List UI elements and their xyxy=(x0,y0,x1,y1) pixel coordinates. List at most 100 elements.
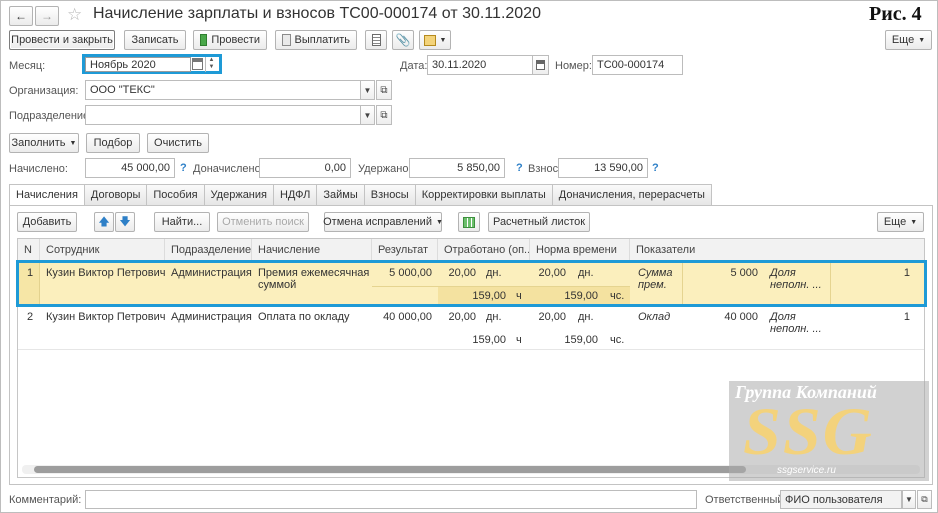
withheld-help-icon[interactable]: ? xyxy=(516,162,523,174)
forward-button[interactable]: → xyxy=(35,6,59,26)
arrow-down-icon: 🡇 xyxy=(119,215,131,228)
pay-button[interactable]: Выплатить xyxy=(275,30,357,50)
back-button[interactable]: ← xyxy=(9,6,33,26)
selected-row-highlight xyxy=(16,260,927,307)
move-down-button[interactable]: 🡇 xyxy=(115,212,135,232)
indicator2-value: 1 xyxy=(903,311,910,323)
date-label: Дата: xyxy=(400,60,428,72)
column-header-n[interactable]: N xyxy=(18,239,40,261)
employee-name: Кузин Виктор Петрович xyxy=(46,311,166,323)
accrued-field: 45 000,00 xyxy=(85,158,175,178)
norm-hours: 159,00 xyxy=(564,334,598,346)
contributions-help-icon[interactable]: ? xyxy=(652,162,659,174)
attach-files-button[interactable]: 📎 xyxy=(392,30,414,50)
contributions-field: 13 590,00 xyxy=(558,158,648,178)
worked-hours: 159,00 xyxy=(472,334,506,346)
comment-field[interactable] xyxy=(85,490,697,509)
post-document-icon xyxy=(200,34,208,46)
month-stepper[interactable]: ▲ ▼ xyxy=(205,57,217,72)
column-header-department[interactable]: Подразделение xyxy=(165,239,252,261)
department-open-button[interactable]: ⧉ xyxy=(376,105,392,125)
organization-open-button[interactable]: ⧉ xyxy=(376,80,392,100)
company-watermark: Группа Компаний SSG ssgservice.ru xyxy=(729,381,929,481)
save-button[interactable]: Записать xyxy=(124,30,186,50)
withheld-field: 5 850,00 xyxy=(409,158,505,178)
organization-dropdown-button[interactable]: ▼ xyxy=(360,80,375,100)
number-label: Номер: xyxy=(555,60,592,72)
page-title: Начисление зарплаты и взносов ТС00-00017… xyxy=(93,5,541,22)
post-and-close-button[interactable]: Провести и закрыть xyxy=(9,30,115,50)
add-row-button[interactable]: Добавить xyxy=(17,212,77,232)
tab-deductions[interactable]: Удержания xyxy=(204,184,274,206)
grid-more-button[interactable]: Еще ▼ xyxy=(877,212,924,232)
fill-button[interactable]: Заполнить ▼ xyxy=(9,133,79,153)
scrollbar-thumb[interactable] xyxy=(34,466,746,473)
arrow-left-icon: ← xyxy=(15,9,27,23)
department-dropdown-button[interactable]: ▼ xyxy=(360,105,375,125)
star-icon[interactable]: ☆ xyxy=(67,5,82,25)
tab-accruals[interactable]: Начисления xyxy=(9,184,85,206)
tab-loans[interactable]: Займы xyxy=(317,184,365,206)
department-field[interactable] xyxy=(85,105,361,125)
tab-bar: Начисления Договоры Пособия Удержания НД… xyxy=(9,184,712,206)
chevron-down-icon: ▼ xyxy=(435,218,443,226)
withheld-label: Удержано: xyxy=(358,163,412,175)
indicator2-name: Доля xyxy=(770,311,796,323)
watermark-site: ssgservice.ru xyxy=(777,465,836,476)
accrued-help-icon[interactable]: ? xyxy=(180,162,187,174)
column-header-accrual[interactable]: Начисление xyxy=(252,239,372,261)
table-settings-button[interactable] xyxy=(458,212,480,232)
column-header-employee[interactable]: Сотрудник xyxy=(40,239,165,261)
tab-contributions[interactable]: Взносы xyxy=(364,184,416,206)
column-header-indicators[interactable]: Показатели xyxy=(630,239,924,261)
worked-hours-unit: ч xyxy=(516,334,522,346)
tab-recalculations[interactable]: Доначисления, перерасчеты xyxy=(552,184,712,206)
organization-field[interactable]: ООО "ТЕКС" xyxy=(85,80,361,100)
tab-contracts[interactable]: Договоры xyxy=(84,184,148,206)
more-menu-label: Еще xyxy=(891,34,915,46)
column-header-worked[interactable]: Отработано (оп... xyxy=(438,239,530,261)
department-name: Администрация xyxy=(171,311,252,323)
chevron-down-icon: ▼ xyxy=(918,36,926,44)
document-window: ← → ☆ Начисление зарплаты и взносов ТС00… xyxy=(0,0,938,513)
table-green-icon xyxy=(463,216,475,228)
calendar-icon[interactable] xyxy=(192,58,203,70)
print-menu-button[interactable]: ▼ xyxy=(419,30,451,50)
column-header-result[interactable]: Результат xyxy=(372,239,438,261)
tab-payment-corrections[interactable]: Корректировки выплаты xyxy=(415,184,553,206)
grid-more-label: Еще xyxy=(883,216,907,228)
row-number: 2 xyxy=(27,311,34,323)
norm-days: 20,00 xyxy=(538,311,566,323)
number-field[interactable]: ТС00-000174 xyxy=(592,55,683,75)
select-button[interactable]: Подбор xyxy=(86,133,140,153)
responsible-open-button[interactable]: ⧉ xyxy=(917,490,932,509)
clear-button[interactable]: Очистить xyxy=(147,133,209,153)
tab-benefits[interactable]: Пособия xyxy=(147,184,205,206)
cancel-corrections-label: Отмена исправлений xyxy=(323,216,432,228)
post-button-label: Провести xyxy=(211,34,260,46)
figure-label: Рис. 4 xyxy=(869,3,922,25)
responsible-field[interactable]: ФИО пользователя xyxy=(780,490,902,509)
accrual-type: Оплата по окладу xyxy=(258,311,350,323)
month-field[interactable]: Ноябрь 2020 xyxy=(85,57,191,72)
payslip-button[interactable]: Расчетный листок xyxy=(488,212,590,232)
indicator2-name-line2: неполн. ... xyxy=(770,323,822,335)
additional-field: 0,00 xyxy=(259,158,351,178)
chevron-down-icon: ▼ xyxy=(910,218,918,226)
register-records-button[interactable] xyxy=(365,30,387,50)
cancel-corrections-button[interactable]: Отмена исправлений ▼ xyxy=(323,212,443,232)
date-field[interactable]: 30.11.2020 xyxy=(427,55,533,75)
cancel-search-button[interactable]: Отменить поиск xyxy=(217,212,309,232)
accrued-label: Начислено: xyxy=(9,163,68,175)
responsible-dropdown-button[interactable]: ▼ xyxy=(902,490,916,509)
date-calendar-button[interactable] xyxy=(533,55,549,75)
post-button[interactable]: Провести xyxy=(193,30,267,50)
chevron-down-icon: ▼ xyxy=(69,139,77,147)
tab-ndfl[interactable]: НДФЛ xyxy=(273,184,318,206)
find-button[interactable]: Найти... xyxy=(154,212,210,232)
column-header-norm[interactable]: Норма времени xyxy=(530,239,630,261)
register-icon xyxy=(371,34,381,46)
table-row[interactable]: 2 Кузин Виктор Петрович Администрация Оп… xyxy=(18,306,924,350)
more-menu-button[interactable]: Еще ▼ xyxy=(885,30,932,50)
move-up-button[interactable]: 🡅 xyxy=(94,212,114,232)
